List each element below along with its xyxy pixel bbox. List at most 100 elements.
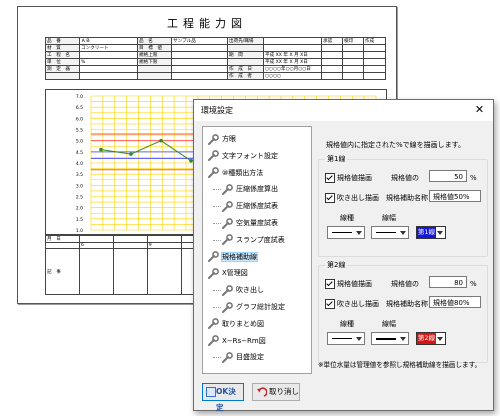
line1-width-select[interactable] xyxy=(371,226,409,239)
header-cell xyxy=(171,44,228,52)
line1-ratio-unit: % xyxy=(470,174,477,182)
tree-item[interactable]: 吹き出し xyxy=(221,284,264,296)
header-cell xyxy=(321,44,343,52)
line2-balloon-checkbox[interactable] xyxy=(325,299,335,309)
header-cell xyxy=(363,65,386,73)
tree-item[interactable]: 方眼 xyxy=(207,133,236,145)
settings-dialog: 環境設定 ✕ 方眼文字フォント設定 ⑩種類出方法圧縮係度算出 圧縮係度試表 空気量度試… xyxy=(193,99,494,412)
line1-color-label: 第1線 xyxy=(417,228,436,236)
tree-connector xyxy=(213,307,221,308)
tree-item-label: 目盛設定 xyxy=(236,353,264,362)
line2-group: 第2線 規格値描画 規格値の 80 % 吹き出し描画 規格補助名称 規格値80%… xyxy=(318,260,488,363)
header-cell: コンクリート xyxy=(79,44,138,52)
header-cell: 作 成 者 xyxy=(227,72,264,80)
dialog-title: 環境設定 xyxy=(201,106,233,115)
tree-item[interactable]: X−Rs−Rm図 xyxy=(207,335,266,347)
header-cell: ○○○○年○○月○○日 xyxy=(263,65,322,73)
tree-item-label: 圧縮係度算出 xyxy=(236,185,278,194)
description-text: 規格値内に指定された%で線を描画します。 xyxy=(326,141,465,149)
header-table: 品 番 ＡＢ 品 名サンプル品 出荷先/職場 承認 検印 作成材 質コンクリート目 標 値工… xyxy=(45,37,386,80)
close-button[interactable]: ✕ xyxy=(471,102,488,118)
tree-item[interactable]: 空気量度試表 xyxy=(221,217,278,229)
line1-draw-checkbox[interactable] xyxy=(325,173,335,183)
header-cell: 材 質 xyxy=(45,44,80,52)
line1-aux-name-label: 規格補助名称 xyxy=(386,194,428,202)
line1-balloon-checkbox[interactable] xyxy=(325,193,335,203)
header-cell: 平成 XX 年 X 月 X日 xyxy=(263,58,322,66)
tree-item[interactable]: 目盛設定 xyxy=(221,351,264,363)
line2-aux-name-input[interactable]: 規格値80% xyxy=(429,296,481,308)
tree-item[interactable]: 規格補助線 xyxy=(207,251,258,263)
header-cell xyxy=(171,58,228,66)
wrench-icon xyxy=(222,183,233,195)
wrench-icon xyxy=(222,284,233,296)
line2-ratio-unit: % xyxy=(470,280,477,288)
line2-aux-name-label: 規格補助名称 xyxy=(386,300,428,308)
wrench-icon xyxy=(222,234,233,246)
tree-item-label: 文字フォント設定 xyxy=(222,151,278,160)
y-tick-label: 6.5 xyxy=(76,105,83,111)
note-text: ※単位水量は管理値を参照し規格補助線を描画します。 xyxy=(318,361,482,369)
tree-item[interactable]: スランプ度試表 xyxy=(221,234,285,246)
header-cell xyxy=(79,51,138,59)
chevron-down-icon xyxy=(356,231,362,235)
cancel-button[interactable]: 取り消し xyxy=(252,383,300,401)
header-cell xyxy=(137,65,172,73)
header-cell xyxy=(171,51,228,59)
footer-day-label: 月 日 xyxy=(45,235,80,243)
line2-ratio-input[interactable]: 80 xyxy=(429,276,467,288)
ok-button[interactable]: OK決定 xyxy=(202,383,244,412)
tree-item-label: 空気量度試表 xyxy=(236,219,278,227)
tree-item[interactable]: 取りまとめ図 xyxy=(207,318,264,330)
tree-item[interactable]: ⑩種類出方法 xyxy=(207,167,263,179)
wrench-icon xyxy=(222,301,233,313)
tree-connector xyxy=(213,206,221,208)
y-tick-label: 6.0 xyxy=(76,116,83,122)
header-cell: 品 番 xyxy=(45,37,80,45)
header-cell: 品 名 xyxy=(137,37,172,45)
header-cell xyxy=(363,72,386,80)
tree-item-label: 取りまとめ図 xyxy=(222,319,264,328)
header-cell xyxy=(321,51,343,59)
header-cell: 測 定 器 xyxy=(45,65,80,73)
line2-type-select[interactable] xyxy=(327,332,365,345)
header-cell: 平成 XX 年 X 月 X日 xyxy=(263,51,322,59)
wrench-icon xyxy=(222,351,233,363)
line2-color-select[interactable]: 第2線 xyxy=(416,332,446,345)
header-cell: 検印 xyxy=(342,37,364,45)
line1-ratio-input[interactable]: 50 xyxy=(429,170,467,182)
ok-label: OK決定 xyxy=(216,387,236,412)
header-cell xyxy=(363,51,386,59)
line2-width-label: 線幅 xyxy=(382,320,396,328)
undo-icon xyxy=(257,387,267,397)
tree-item[interactable]: 文字フォント設定 xyxy=(207,150,278,162)
header-cell: 単 位 xyxy=(45,58,80,66)
line1-balloon-label: 吹き出し描画 xyxy=(337,194,379,202)
line1-color-select[interactable]: 第1線 xyxy=(416,226,446,239)
line2-width-select[interactable] xyxy=(371,332,409,345)
y-tick-label: 2.5 xyxy=(76,195,83,201)
header-cell xyxy=(171,72,228,80)
header-row: 単 位% 規格下限 平成 XX 年 X 月 X日 xyxy=(45,58,386,66)
ok-icon xyxy=(206,387,216,397)
header-cell: 規格上限 xyxy=(137,51,172,59)
line1-aux-name-input[interactable]: 規格値50% xyxy=(429,190,481,202)
line1-type-select[interactable] xyxy=(327,226,365,239)
line2-group-title: 第2線 xyxy=(325,260,348,270)
tree-connector xyxy=(213,223,221,224)
wrench-icon xyxy=(208,251,219,263)
tree-item-label: 方眼 xyxy=(222,135,236,143)
header-cell xyxy=(227,58,264,66)
line2-draw-checkbox[interactable] xyxy=(325,279,335,289)
y-tick-label: 2.0 xyxy=(76,206,83,212)
header-cell xyxy=(171,65,228,73)
line1-draw-label: 規格値描画 xyxy=(337,174,372,182)
tree-item[interactable]: X管理図 xyxy=(207,267,248,279)
header-cell: ＡＢ xyxy=(79,37,138,45)
tree-item[interactable]: グラフ総計設定 xyxy=(221,301,285,313)
tree-item[interactable]: 圧縮係度試表 xyxy=(221,200,278,212)
chevron-down-icon xyxy=(400,337,406,341)
tree-item-label: 圧縮係度試表 xyxy=(236,202,278,211)
tree-item[interactable]: 圧縮係度算出 xyxy=(221,183,278,195)
line1-group: 第1線 規格値描画 規格値の 50 % 吹き出し描画 規格補助名称 規格値50%… xyxy=(318,154,488,257)
